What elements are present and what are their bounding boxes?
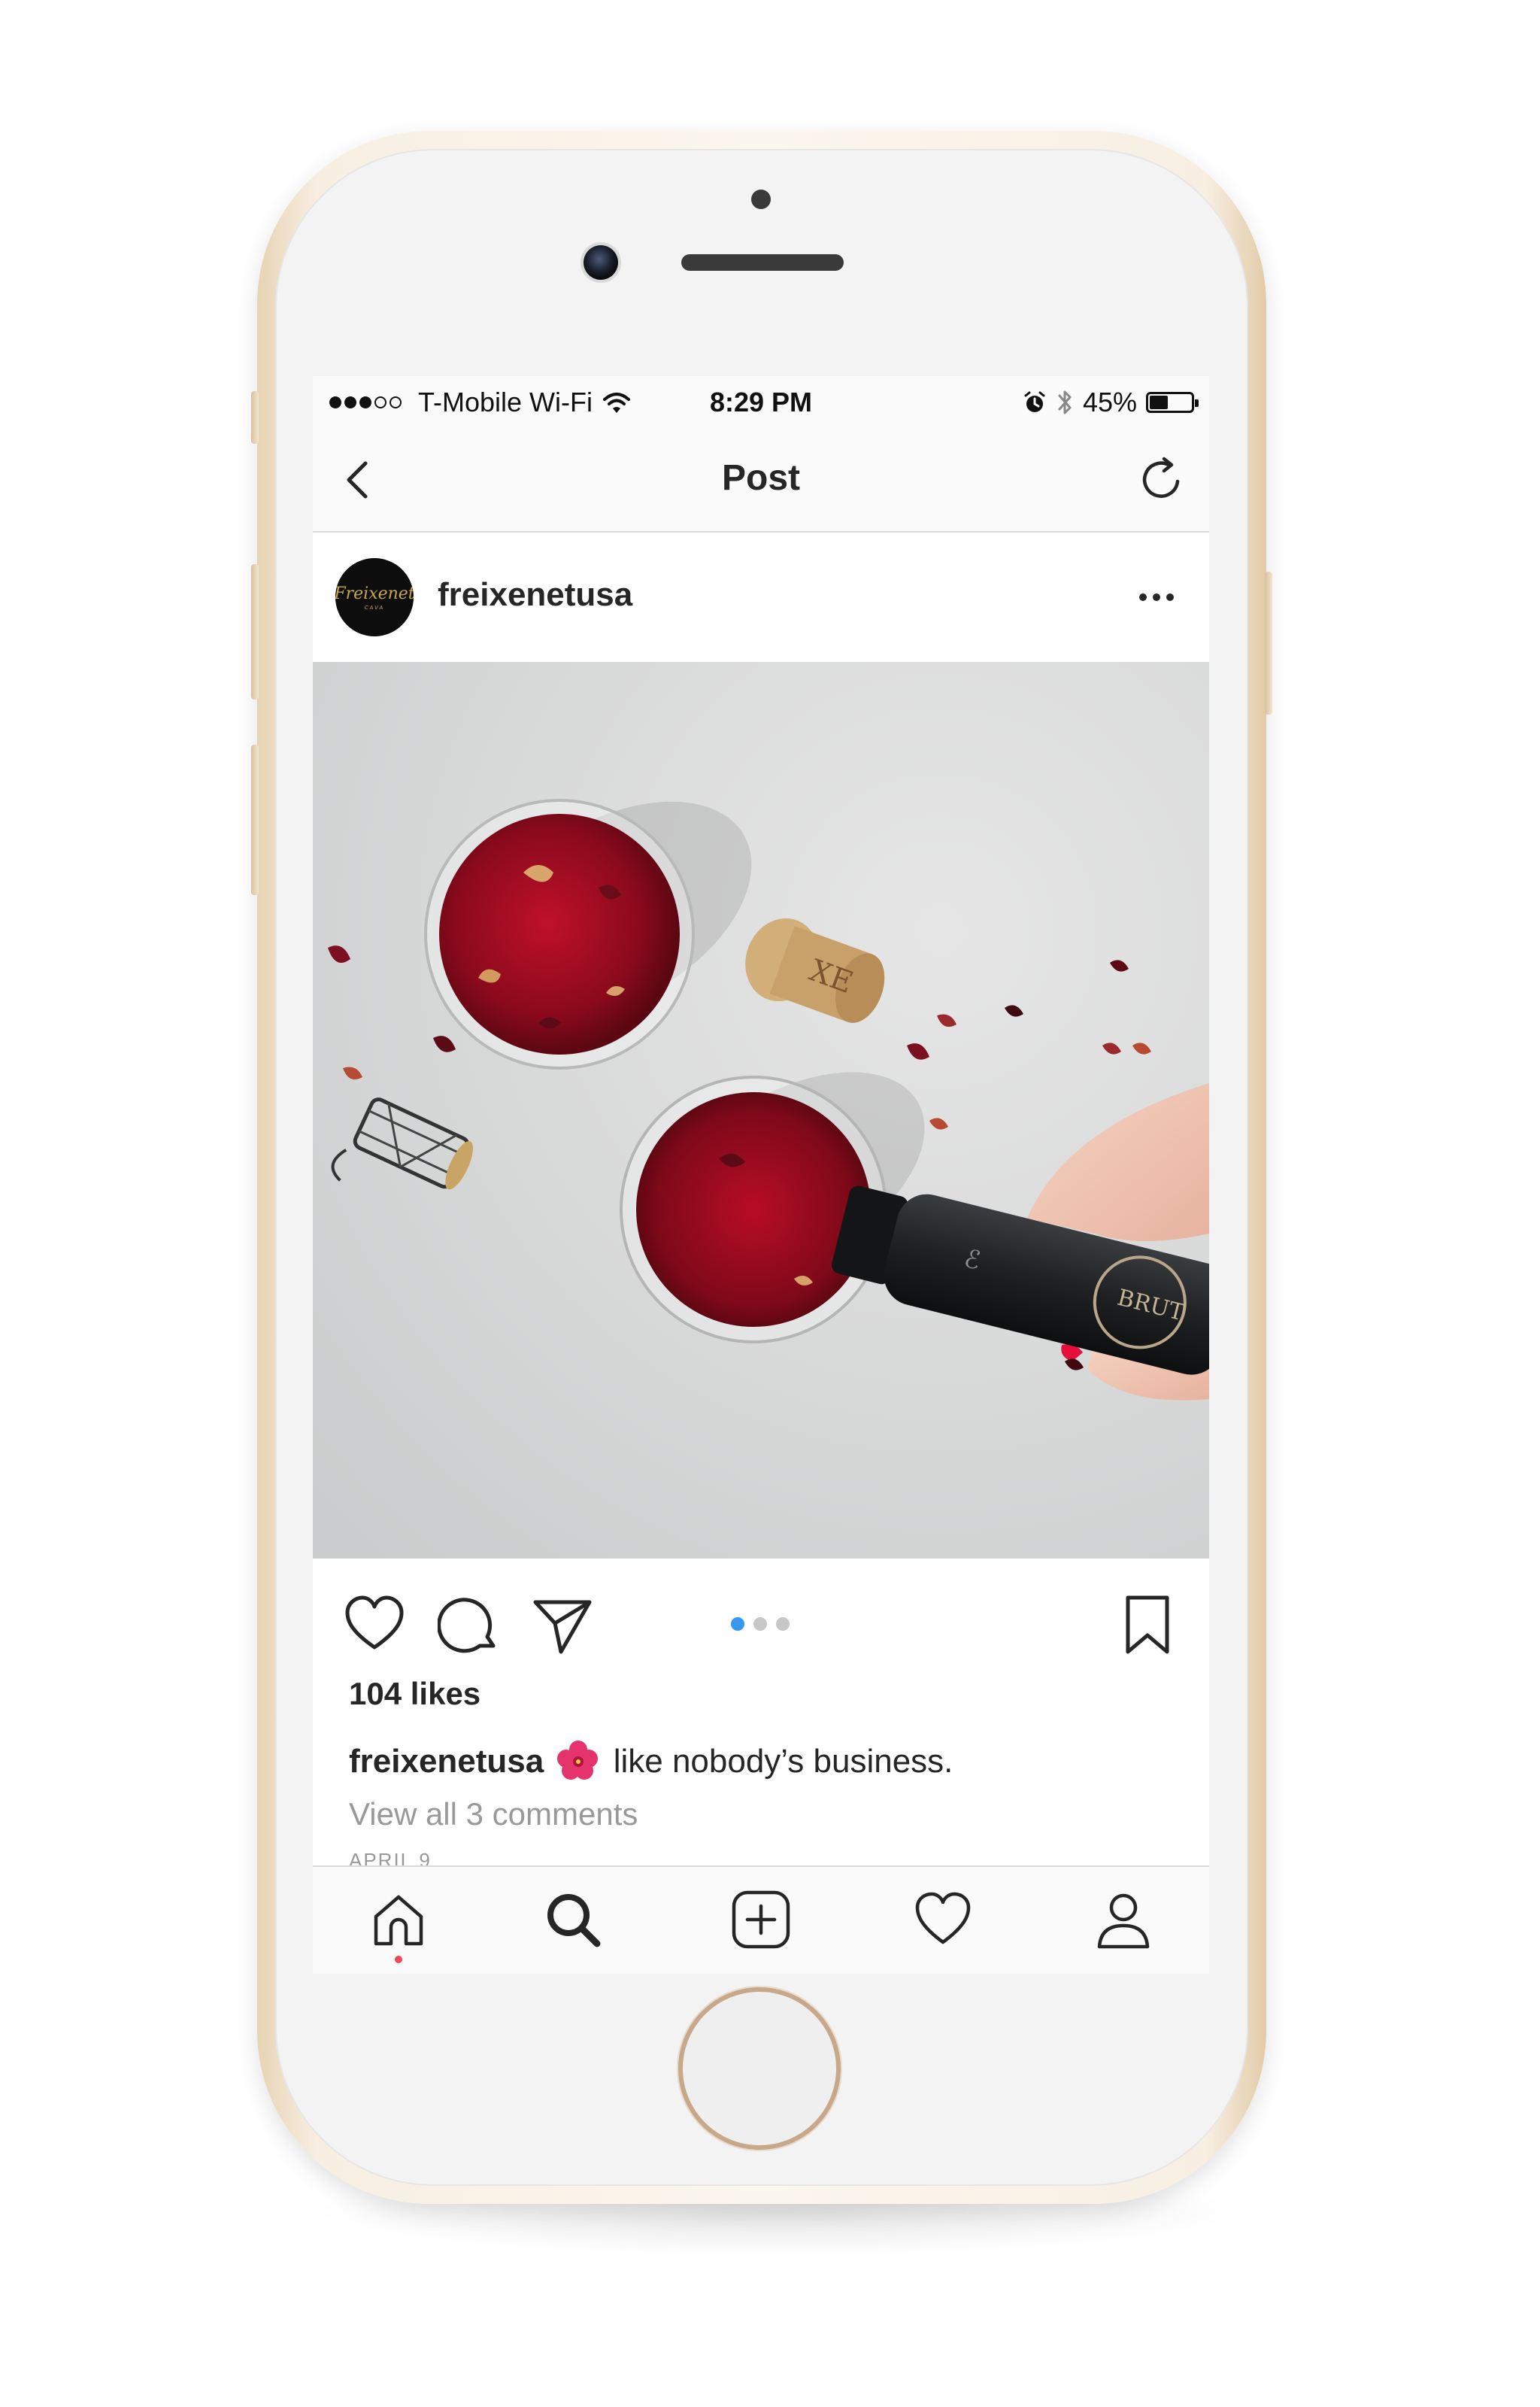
page: T-Mobile Wi-Fi 8:29 PM 45% Post Freixene…: [0, 0, 1540, 2407]
avatar[interactable]: Freixenet CAVA: [335, 558, 414, 636]
comment-icon[interactable]: [438, 1593, 501, 1656]
plus-icon[interactable]: [731, 1889, 791, 1950]
svg-text:Freixenet: Freixenet: [335, 584, 414, 603]
page-title: Post: [721, 458, 800, 498]
caption-text: like nobody’s business.: [613, 1743, 953, 1780]
hibiscus-emoji: [557, 1741, 599, 1780]
battery-percent: 45%: [1082, 387, 1137, 417]
post-username[interactable]: freixenetusa: [438, 576, 632, 614]
volume-up-button: [251, 564, 259, 700]
battery-fill: [1150, 396, 1168, 409]
carousel-dot: [753, 1617, 767, 1631]
battery-icon: [1146, 392, 1199, 413]
post-actions: [313, 1559, 1209, 1676]
home-button[interactable]: [683, 1992, 836, 2145]
cocktail-illustration: XE BRUT ℰ: [328, 799, 1209, 1401]
tab-bar: [313, 1865, 1209, 1974]
navigation-bar: Post: [313, 429, 1209, 533]
carousel-dot: [776, 1617, 790, 1631]
view-comments-link[interactable]: View all 3 comments: [349, 1796, 638, 1832]
more-icon[interactable]: [1134, 588, 1179, 606]
brand-logo: Freixenet CAVA: [335, 558, 414, 636]
power-button: [1265, 572, 1272, 715]
carousel-dot: [731, 1617, 744, 1631]
post-photo[interactable]: XE BRUT ℰ: [313, 662, 1209, 1559]
profile-icon[interactable]: [1093, 1889, 1153, 1950]
post-header: Freixenet CAVA freixenetusa: [313, 533, 1209, 662]
status-right: 45%: [1023, 387, 1199, 418]
refresh-icon[interactable]: [1135, 454, 1187, 505]
bookmark-icon[interactable]: [1116, 1593, 1179, 1656]
app-screen: T-Mobile Wi-Fi 8:29 PM 45% Post Freixene…: [313, 376, 1209, 1974]
alarm-icon: [1024, 391, 1045, 412]
status-bar: T-Mobile Wi-Fi 8:29 PM 45%: [313, 376, 1209, 429]
svg-text:CAVA: CAVA: [365, 605, 384, 611]
proximity-sensor: [751, 190, 771, 209]
caption-username[interactable]: freixenetusa: [349, 1743, 544, 1780]
volume-down-button: [251, 745, 259, 895]
search-icon[interactable]: [543, 1889, 603, 1950]
post-caption: freixenetusa like nobody’s business.: [349, 1739, 953, 1781]
carousel-indicator: [731, 1617, 790, 1631]
send-icon[interactable]: [531, 1593, 594, 1656]
mute-switch: [251, 391, 259, 444]
earpiece-speaker: [681, 254, 844, 271]
notification-dot: [395, 1956, 402, 1963]
front-camera: [584, 245, 618, 280]
bluetooth-icon: [1058, 390, 1072, 414]
activity-heart-icon[interactable]: [913, 1889, 973, 1950]
heart-icon[interactable]: [343, 1593, 406, 1656]
home-icon[interactable]: [368, 1889, 429, 1950]
likes-count[interactable]: 104 likes: [349, 1676, 480, 1712]
